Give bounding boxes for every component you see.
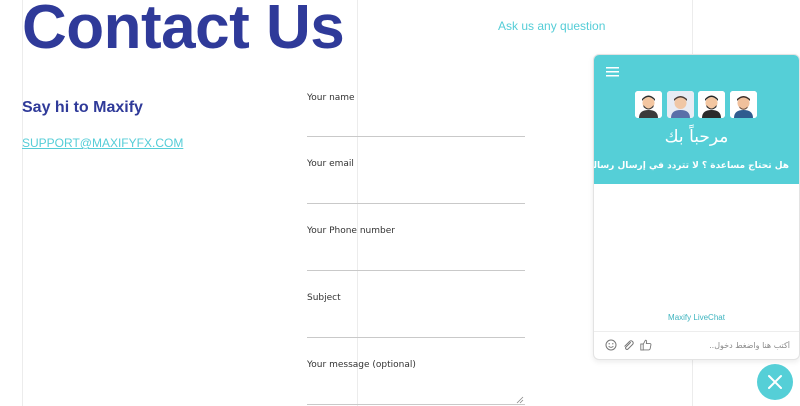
chat-close-button[interactable] (757, 364, 793, 400)
subject-label: Subject (307, 293, 341, 303)
chat-brand: Maxify LiveChat (668, 313, 725, 322)
chat-message-input[interactable] (694, 338, 790, 352)
agent-avatar (698, 91, 725, 118)
message-textarea[interactable] (307, 404, 525, 405)
page-title: Contact Us (22, 0, 345, 62)
name-label: Your name (307, 93, 355, 103)
subject-input[interactable] (307, 337, 525, 338)
ask-question-link[interactable]: Ask us any question (498, 19, 605, 33)
chat-subtext: هل تحتاج مساعدة ؟ لا تتردد في إرسال رسال… (593, 161, 789, 171)
email-input[interactable] (307, 203, 525, 204)
agent-avatar (635, 91, 662, 118)
chat-widget: مرحباً بك هل تحتاج مساعدة ؟ لا تتردد في … (593, 54, 800, 360)
resize-handle-icon[interactable] (516, 396, 524, 404)
agent-avatar (667, 91, 694, 118)
phone-label: Your Phone number (307, 226, 395, 236)
phone-input[interactable] (307, 270, 525, 271)
agent-avatar (730, 91, 757, 118)
chat-divider (594, 331, 799, 332)
say-hi-heading: Say hi to Maxify (22, 99, 143, 116)
close-icon (768, 375, 782, 389)
chat-header: مرحباً بك هل تحتاج مساعدة ؟ لا تتردد في … (594, 55, 799, 184)
menu-icon[interactable] (606, 67, 619, 77)
message-label: Your message (optional) (307, 360, 416, 370)
email-label: Your email (307, 159, 354, 169)
attachment-icon[interactable] (622, 339, 634, 351)
thumbs-up-icon[interactable] (640, 339, 652, 351)
name-input[interactable] (307, 136, 525, 137)
emoji-icon[interactable] (605, 339, 617, 351)
support-email-link[interactable]: SUPPORT@MAXIFYFX.COM (22, 136, 183, 150)
chat-greeting: مرحباً بك (664, 127, 729, 147)
